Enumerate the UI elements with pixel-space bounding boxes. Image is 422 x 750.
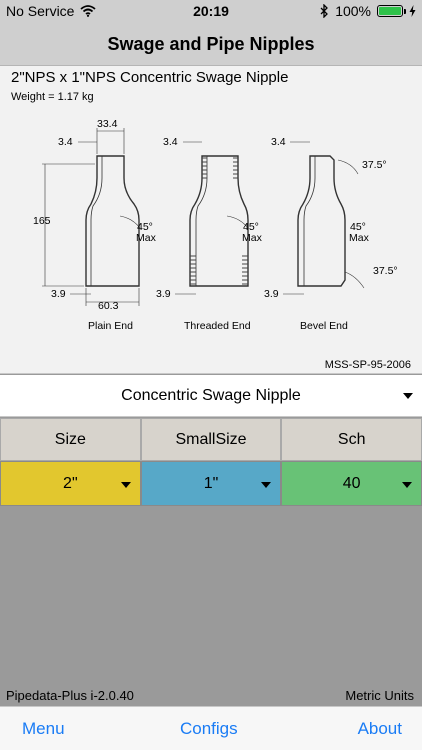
caption-threaded-end: Threaded End — [184, 320, 251, 332]
header-sch: Sch — [281, 418, 422, 461]
caption-bevel-end: Bevel End — [300, 320, 348, 332]
tab-menu[interactable]: Menu — [22, 707, 65, 750]
dim-bottom-wall-plain: 3.9 — [51, 288, 66, 300]
spec-grid-values: 2" 1" 40 — [0, 461, 422, 506]
dim-bottom-wall-bevel: 3.9 — [264, 288, 279, 300]
dim-angle-qual-bevel: Max — [349, 232, 370, 244]
swage-nipple-drawing: 33.4 3.4 3.4 3.4 165 45° Max 45° Max 45°… — [33, 118, 398, 332]
dim-angle-qual-plain: Max — [136, 232, 157, 244]
dim-top-wall-plain: 3.4 — [58, 136, 73, 148]
header-small-size: SmallSize — [140, 418, 282, 461]
bluetooth-icon — [320, 4, 329, 18]
drawing-panel: 2"NPS x 1"NPS Concentric Swage Nipple We… — [0, 66, 422, 374]
page-title: Swage and Pipe Nipples — [107, 34, 315, 54]
small-size-value: 1" — [203, 474, 219, 492]
dim-bevel-top: 37.5° — [362, 159, 387, 171]
fitting-type-select[interactable]: Concentric Swage Nipple — [0, 375, 422, 417]
header-size: Size — [0, 418, 141, 461]
dim-top-wall-threaded: 3.4 — [163, 136, 178, 148]
size-select[interactable]: 2" — [0, 461, 141, 506]
dim-top-width: 33.4 — [97, 118, 118, 130]
spec-grid-header: Size SmallSize Sch — [0, 418, 422, 461]
dim-top-wall-bevel: 3.4 — [271, 136, 286, 148]
tab-configs[interactable]: Configs — [180, 707, 238, 750]
sch-value: 40 — [342, 474, 361, 492]
standard-reference: MSS-SP-95-2006 — [324, 359, 411, 371]
nav-bar: Swage and Pipe Nipples — [0, 22, 422, 66]
dim-angle-qual-threaded: Max — [242, 232, 263, 244]
dim-height: 165 — [33, 215, 51, 227]
charging-bolt-icon — [409, 5, 416, 17]
dim-bottom-wall-threaded: 3.9 — [156, 288, 171, 300]
plain-end-outline — [85, 155, 140, 287]
caption-plain-end: Plain End — [88, 320, 133, 332]
dim-bevel-bottom: 37.5° — [373, 265, 398, 277]
tab-bar: Menu Configs About — [0, 706, 422, 750]
bevel-end-outline — [297, 155, 346, 287]
dim-bottom-width: 60.3 — [98, 300, 119, 312]
chevron-down-icon — [402, 482, 413, 488]
threaded-end-outline — [189, 155, 249, 287]
chevron-down-icon — [403, 393, 413, 399]
tab-about[interactable]: About — [358, 707, 402, 750]
battery-percent: 100% — [335, 3, 371, 19]
size-value: 2" — [63, 474, 78, 492]
battery-icon — [377, 5, 406, 17]
chevron-down-icon — [261, 482, 272, 488]
footer-info: Pipedata-Plus i-2.0.40 Metric Units — [0, 688, 422, 704]
units-label: Metric Units — [345, 688, 414, 703]
fitting-type-value: Concentric Swage Nipple — [121, 387, 301, 404]
chevron-down-icon — [120, 482, 131, 488]
status-bar: No Service 20:19 100% — [0, 0, 422, 22]
small-size-select[interactable]: 1" — [140, 461, 282, 506]
sch-select[interactable]: 40 — [281, 461, 422, 506]
app-version: Pipedata-Plus i-2.0.40 — [6, 688, 134, 703]
